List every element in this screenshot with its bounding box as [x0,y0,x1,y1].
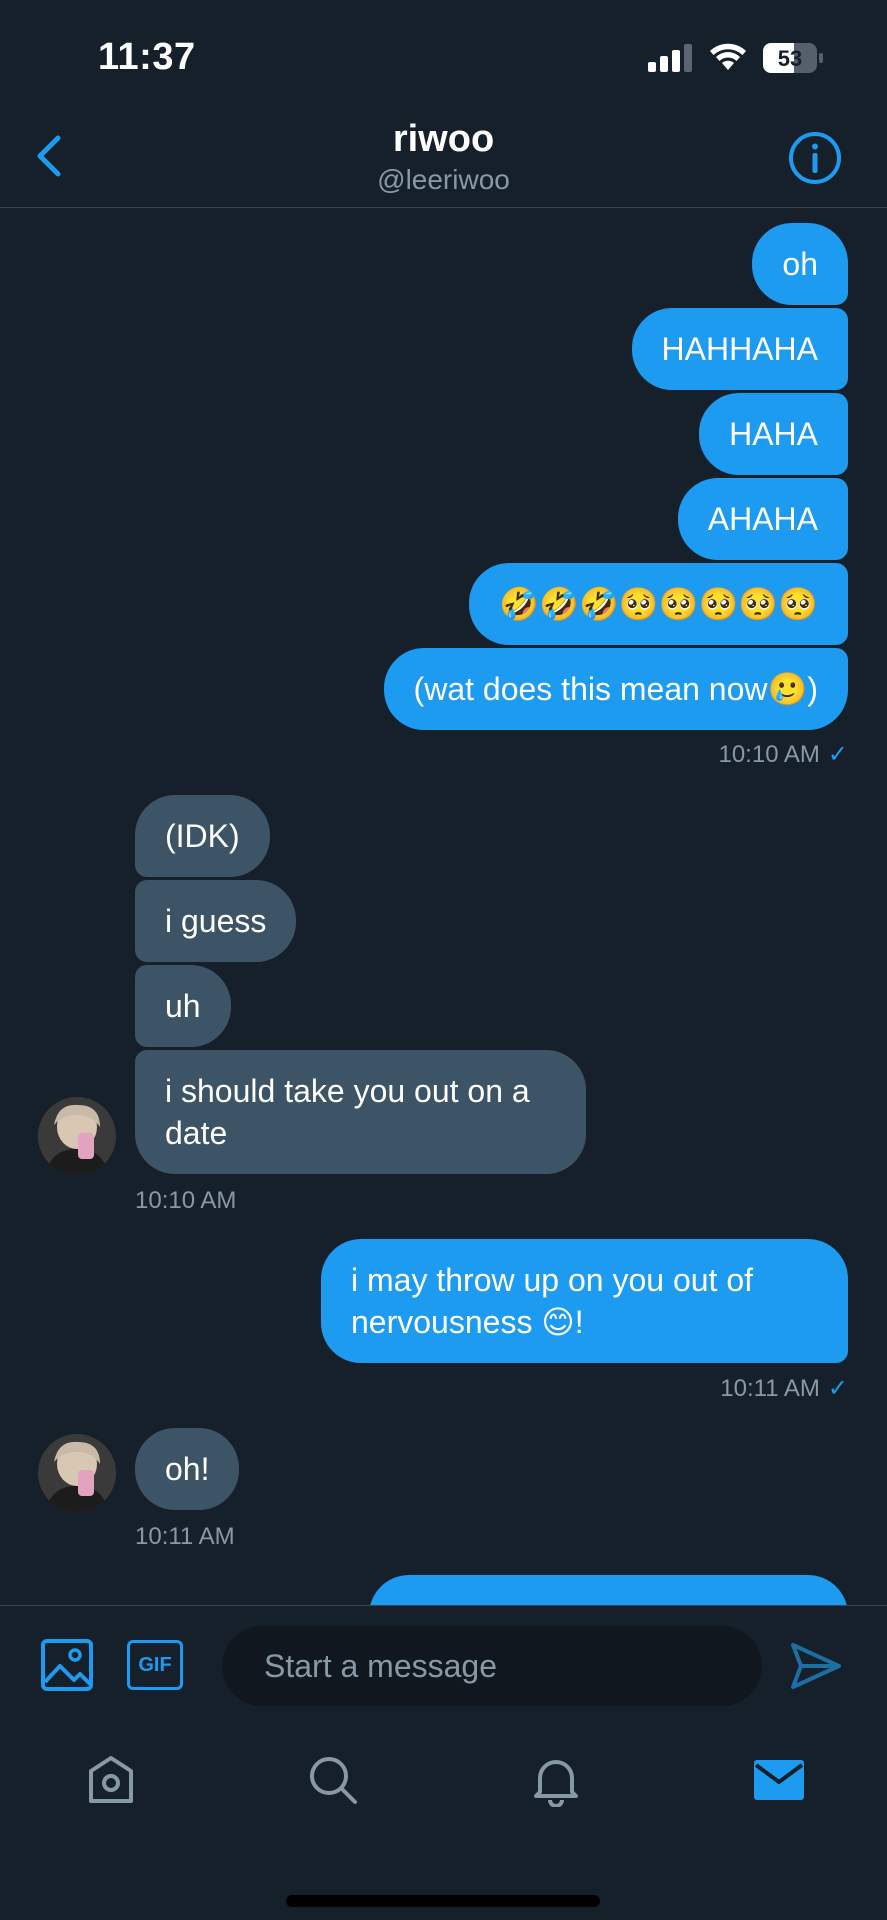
mail-icon[interactable] [752,1753,806,1807]
message-timestamp: 10:10 AM ✓ [718,740,848,769]
received-message[interactable]: oh! [135,1428,240,1510]
sent-check-icon: ✓ [827,741,848,768]
gif-button[interactable]: GIF [127,1640,183,1690]
received-message[interactable]: uh [135,965,231,1047]
status-bar: 11:37 53 [0,0,887,110]
avatar[interactable] [38,1097,116,1175]
timestamp-text: 10:10 AM [718,741,820,768]
battery-level: 53 [778,46,802,71]
send-icon[interactable] [790,1641,842,1691]
message-timestamp: 10:11 AM ✓ [720,1374,848,1403]
avatar[interactable] [38,1434,116,1512]
sent-message[interactable]: oh [752,223,848,305]
sent-message[interactable]: (wat does this mean now🥲) [383,648,848,730]
conversation-handle: @leeriwoo [377,164,510,195]
sent-message[interactable]: HAHHAHA [631,308,848,390]
conversation-name[interactable]: riwoo [0,118,887,161]
avatar-photo [38,1097,116,1175]
home-icon[interactable] [84,1753,138,1807]
wifi-icon [710,43,746,70]
search-icon[interactable] [306,1753,360,1807]
message-composer: GIF [0,1605,887,1725]
message-timestamp: 10:11 AM [135,1523,235,1550]
message-input[interactable] [222,1626,762,1706]
message-list[interactable]: oh HAHHAHA HAHA AHAHA 🤣🤣🤣🥺🥺🥺🥺🥺 (wat does… [0,209,887,1605]
bottom-tab-bar [0,1725,887,1920]
cellular-signal-icon [648,44,692,72]
sent-message-partial[interactable] [369,1575,848,1605]
sent-check-icon: ✓ [827,1375,848,1402]
image-icon[interactable] [40,1638,94,1692]
status-time: 11:37 [98,36,196,78]
message-timestamp: 10:10 AM [135,1187,237,1214]
info-icon[interactable] [787,130,843,186]
avatar-photo [38,1434,116,1512]
received-message[interactable]: i should take you out on a date [135,1050,586,1174]
conversation-header: riwoo @leeriwoo [0,110,887,208]
sent-message[interactable]: HAHA [699,393,848,475]
home-indicator [286,1895,600,1907]
received-message[interactable]: (IDK) [135,795,270,877]
sent-message[interactable]: 🤣🤣🤣🥺🥺🥺🥺🥺 [469,563,848,645]
timestamp-text: 10:11 AM [720,1375,820,1402]
received-message[interactable]: i guess [135,880,297,962]
sent-message[interactable]: i may throw up on you out of nervousness… [321,1239,848,1363]
battery-icon: 53 [763,43,823,73]
sent-message[interactable]: AHAHA [677,478,848,560]
bell-icon[interactable] [529,1753,583,1807]
